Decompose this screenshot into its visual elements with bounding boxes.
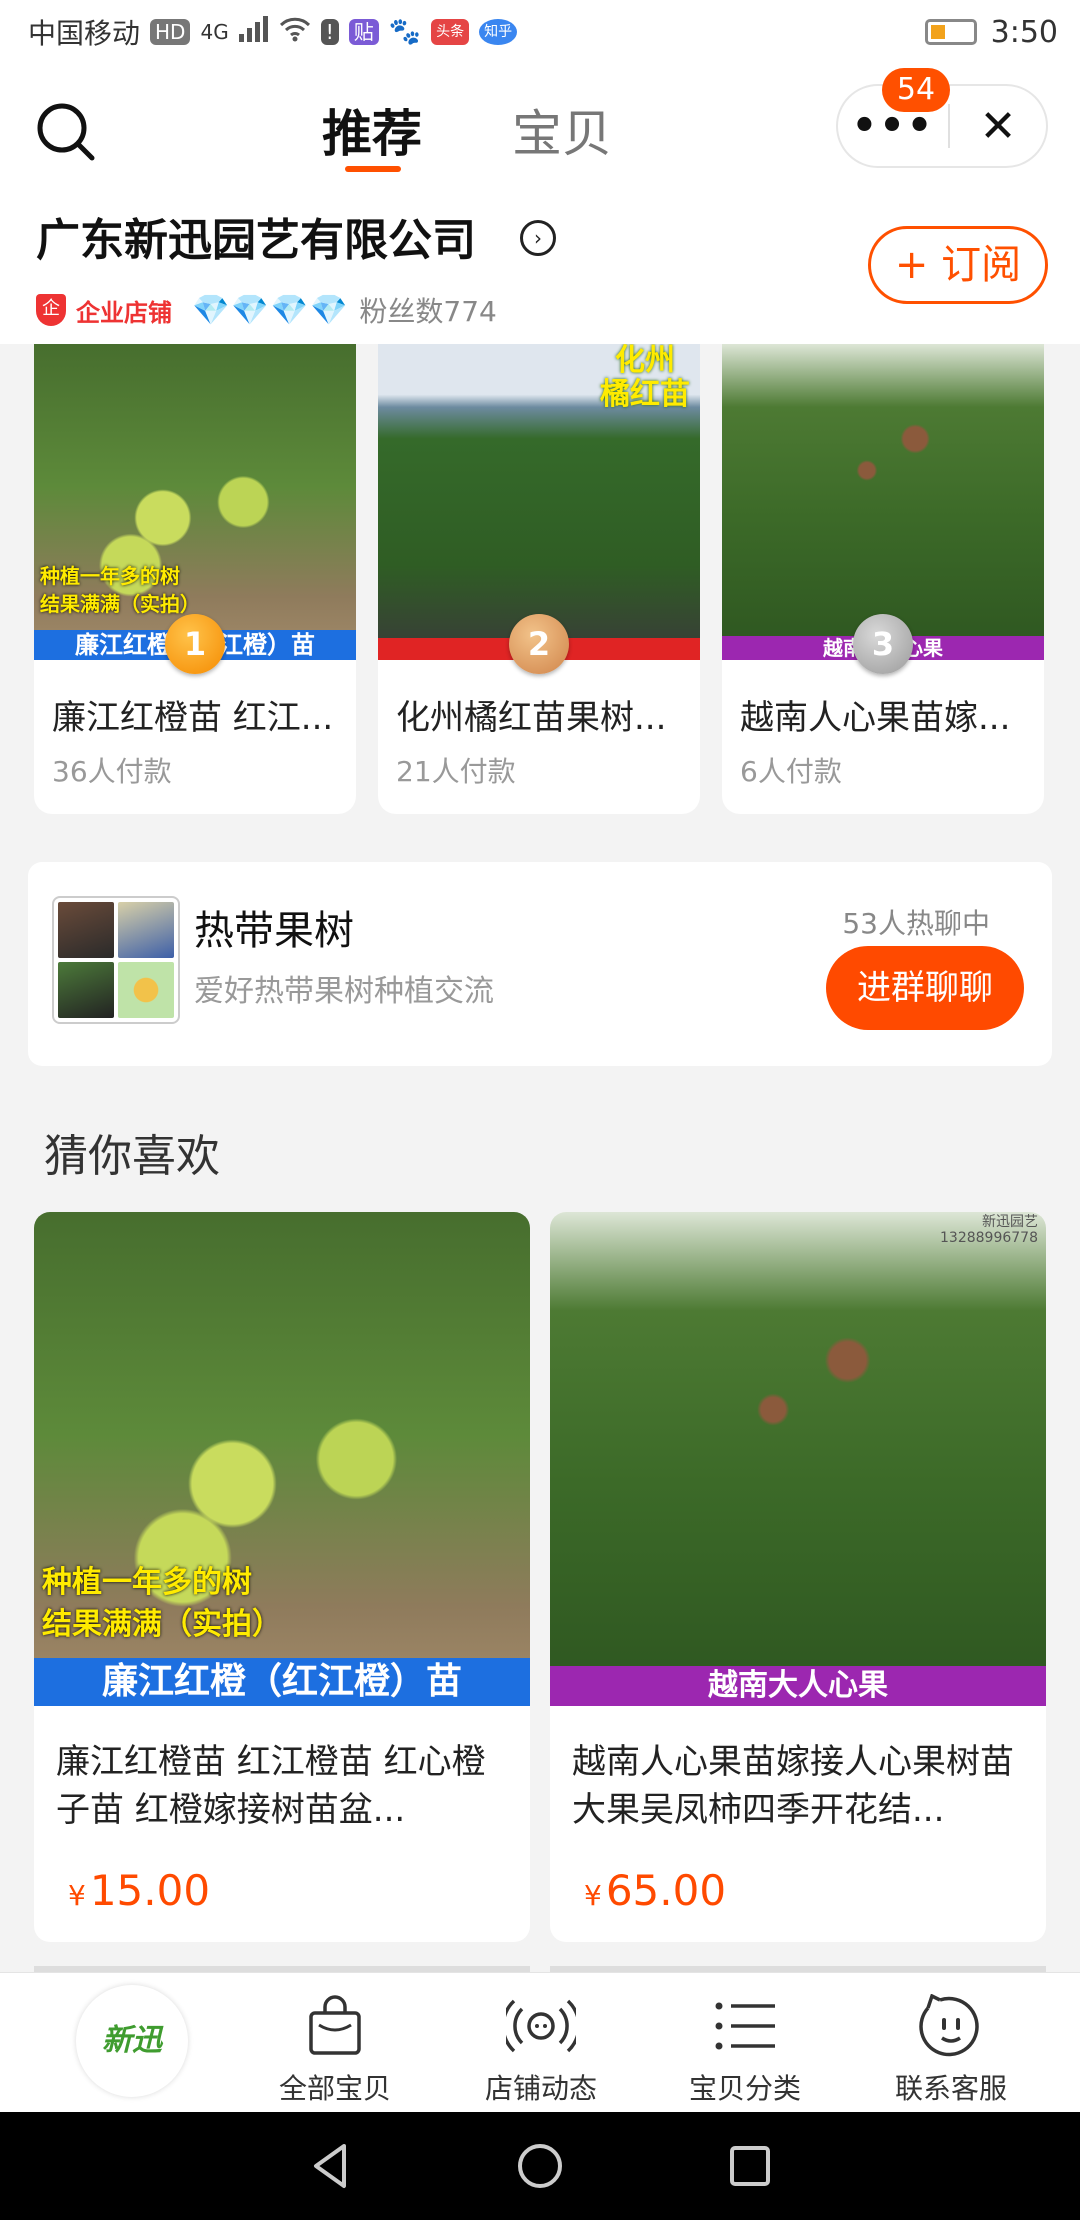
rank-title: 廉江红橙苗 红江...: [52, 698, 334, 738]
rank-title: 化州橘红苗果树...: [396, 698, 667, 738]
product-image: 种植一年多的树 结果满满（实拍） 廉江红橙（红江橙）苗: [34, 1212, 530, 1706]
nav-all-items[interactable]: 全部宝贝: [250, 1991, 420, 2105]
status-right: 3:50: [924, 14, 1058, 50]
close-button[interactable]: ✕: [950, 86, 1046, 166]
rank-medal-bronze-icon: 3: [853, 614, 913, 674]
battery-icon: [924, 19, 977, 45]
product-price: ¥15.00: [68, 1866, 210, 1915]
product-title: 廉江红橙苗 红江橙苗 红心橙子苗 红橙嫁接树苗盆...: [56, 1742, 486, 1830]
recents-icon[interactable]: [722, 2138, 778, 2194]
close-icon: ✕: [979, 100, 1017, 152]
tieba-icon: 贴: [348, 19, 379, 45]
currency-symbol: ¥: [584, 1879, 602, 1912]
search-button[interactable]: [34, 100, 98, 164]
avatar-tile: [118, 962, 174, 1018]
broadcast-icon: [506, 1999, 576, 2053]
hd-icon: HD: [150, 19, 191, 45]
group-avatar: [52, 896, 180, 1024]
currency-symbol: ¥: [68, 1879, 86, 1912]
enterprise-shield-icon: 企: [36, 294, 66, 326]
carrier-label: 中国移动: [28, 17, 141, 50]
shop-detail-arrow-icon[interactable]: ›: [520, 220, 556, 256]
tab-items[interactable]: 宝贝: [512, 94, 612, 166]
signal-icon: 4G: [200, 20, 229, 44]
service-icon: [919, 1994, 979, 2057]
nav-label: 宝贝分类: [688, 2072, 801, 2105]
product-price: ¥65.00: [584, 1866, 726, 1915]
product-card[interactable]: 种植一年多的树 结果满满（实拍） 廉江红橙（红江橙）苗 廉江红橙苗 红江橙苗 红…: [34, 1212, 530, 1942]
image-watermark: 新迅园艺 13288996778: [940, 1214, 1038, 1246]
message-badge: 54: [882, 68, 950, 112]
back-icon[interactable]: [304, 2138, 360, 2194]
top-sales-row: 种植一年多的树 结果满满（实拍） 廉江红橙（红江橙）苗 1 廉江红橙苗 红江..…: [34, 344, 1046, 814]
rank-card-2[interactable]: 化州 橘红苗 2 化州橘红苗果树... 21人付款: [378, 344, 700, 814]
price-value: 65.00: [605, 1866, 727, 1915]
avatar-tile: [118, 902, 174, 958]
price-value: 15.00: [89, 1866, 211, 1915]
shop-header: 推荐 宝贝 ••• ✕ 54 广东新迅园艺有限公司 › + 订阅 企 企业店铺 …: [0, 64, 1080, 344]
shop-logo[interactable]: 新迅: [76, 1985, 188, 2097]
group-chat-card[interactable]: 热带果树 爱好热带果树种植交流 53人热聊中 进群聊聊: [28, 862, 1052, 1066]
rank-sold: 36人付款: [52, 755, 172, 788]
fans-count: 粉丝数774: [359, 295, 497, 328]
shop-type-label: 企业店铺: [76, 298, 172, 327]
bottom-nav: 新迅 全部宝贝 店铺动态 宝贝分类 联系客服: [0, 1972, 1080, 2112]
product-title: 越南人心果苗嫁接人心果树苗大果吴凤柿四季开花结...: [572, 1742, 1014, 1830]
nav-label: 全部宝贝: [278, 2072, 391, 2105]
nav-label: 联系客服: [894, 2072, 1007, 2105]
signal-bars-icon: [238, 15, 269, 49]
status-bar: 中国移动 HD 4G ! 贴 🐾 头条 知乎 3:50: [0, 0, 1080, 64]
nav-categories[interactable]: 宝贝分类: [660, 1991, 830, 2105]
home-icon[interactable]: [512, 2138, 568, 2194]
diamond-rating-icon: 💎💎💎💎: [192, 292, 350, 328]
status-left: 中国移动 HD 4G ! 贴 🐾 头条 知乎: [28, 12, 518, 52]
image-banner: 越南大人心果: [550, 1666, 1046, 1706]
tab-indicator: [345, 166, 401, 172]
clock: 3:50: [990, 14, 1058, 50]
group-active-count: 53人热聊中: [842, 907, 990, 940]
image-banner: 廉江红橙（红江橙）苗: [34, 1658, 530, 1706]
rank-card-3[interactable]: 越南大人心果 3 越南人心果苗嫁... 6人付款: [722, 344, 1044, 814]
wifi-icon: [279, 16, 311, 49]
system-nav-bar: [0, 2112, 1080, 2220]
nav-shop-feed[interactable]: 店铺动态: [456, 1991, 626, 2105]
avatar-tile: [58, 962, 114, 1018]
product-image: 越南大人心果: [722, 344, 1044, 660]
alert-icon: !: [320, 19, 339, 45]
image-caption: 种植一年多的树 结果满满（实拍）: [40, 564, 200, 616]
group-desc: 爱好热带果树种植交流: [194, 974, 494, 1009]
rank-card-1[interactable]: 种植一年多的树 结果满满（实拍） 廉江红橙（红江橙）苗 1 廉江红橙苗 红江..…: [34, 344, 356, 814]
zhihu-icon: 知乎: [479, 19, 518, 45]
baidu-paw-icon: 🐾: [388, 17, 422, 47]
tab-recommend[interactable]: 推荐: [322, 94, 422, 166]
nav-customer-service[interactable]: 联系客服: [866, 1991, 1036, 2105]
product-image: 化州 橘红苗: [378, 344, 700, 660]
rank-medal-silver-icon: 2: [509, 614, 569, 674]
search-icon: [37, 103, 95, 161]
group-name: 热带果树: [194, 908, 354, 954]
nav-label: 店铺动态: [484, 2072, 597, 2105]
section-title: 猜你喜欢: [44, 1131, 220, 1182]
shop-meta: 企 企业店铺 💎💎💎💎 粉丝数774: [36, 290, 497, 330]
avatar-tile: [58, 902, 114, 958]
image-caption: 种植一年多的树 结果满满（实拍）: [42, 1565, 282, 1642]
product-image: 新迅园艺 13288996778 越南大人心果: [550, 1212, 1046, 1706]
rank-medal-gold-icon: 1: [165, 614, 225, 674]
shop-name[interactable]: 广东新迅园艺有限公司: [36, 204, 476, 268]
join-group-button[interactable]: 进群聊聊: [826, 946, 1024, 1030]
rank-sold: 21人付款: [396, 755, 516, 788]
product-card[interactable]: 新迅园艺 13288996778 越南大人心果 越南人心果苗嫁接人心果树苗大果吴…: [550, 1212, 1046, 1942]
rank-title: 越南人心果苗嫁...: [740, 698, 1011, 738]
toutiao-icon: 头条: [431, 19, 470, 45]
list-icon: [715, 2002, 775, 2050]
bag-icon: [309, 1995, 361, 2055]
rank-sold: 6人付款: [740, 755, 842, 788]
image-caption: 化州 橘红苗: [600, 344, 690, 412]
subscribe-button[interactable]: + 订阅: [868, 226, 1048, 304]
product-image: 种植一年多的树 结果满满（实拍） 廉江红橙（红江橙）苗: [34, 344, 356, 660]
